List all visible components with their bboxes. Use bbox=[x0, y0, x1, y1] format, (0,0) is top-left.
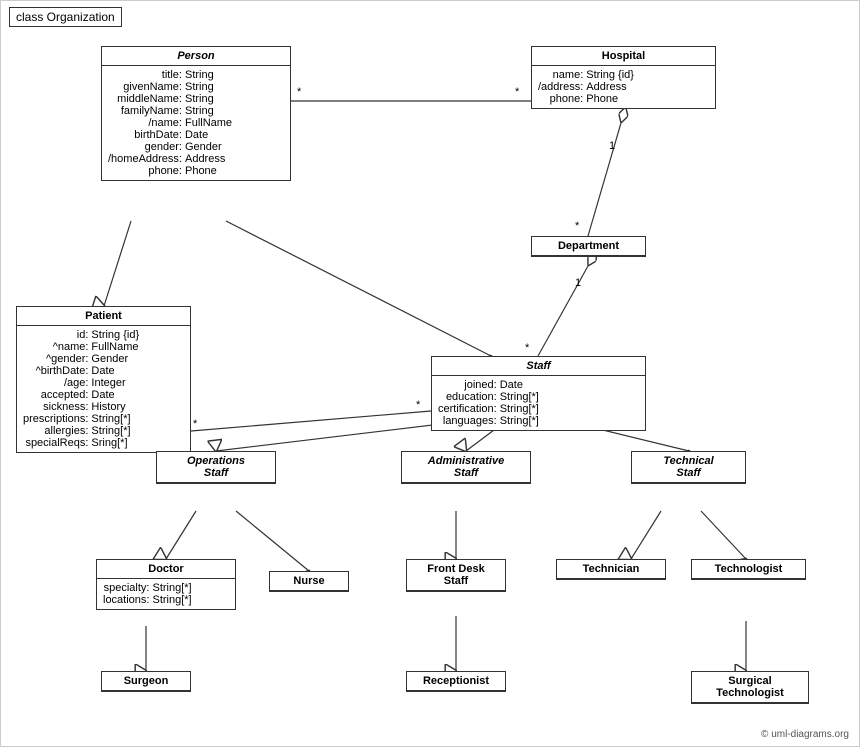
copyright: © uml-diagrams.org bbox=[761, 729, 849, 740]
class-staff-title: Staff bbox=[432, 357, 645, 376]
class-person-title: Person bbox=[102, 47, 290, 66]
class-patient-title: Patient bbox=[17, 307, 190, 326]
class-surgeon: Surgeon bbox=[101, 671, 191, 692]
class-technical-staff-title: TechnicalStaff bbox=[632, 452, 745, 483]
class-operations-staff-title: OperationsStaff bbox=[157, 452, 275, 483]
class-technologist: Technologist bbox=[691, 559, 806, 580]
class-administrative-staff: AdministrativeStaff bbox=[401, 451, 531, 484]
class-receptionist: Receptionist bbox=[406, 671, 506, 692]
class-staff: Staff joined:Date education:String[*] ce… bbox=[431, 356, 646, 431]
class-front-desk-staff-title: Front DeskStaff bbox=[407, 560, 505, 591]
svg-text:1: 1 bbox=[575, 277, 581, 289]
class-technician-title: Technician bbox=[557, 560, 665, 579]
class-hospital-body: name:String {id} /address:Address phone:… bbox=[532, 66, 715, 108]
class-receptionist-title: Receptionist bbox=[407, 672, 505, 691]
svg-text:1: 1 bbox=[609, 140, 615, 152]
class-doctor: Doctor specialty:String[*] locations:Str… bbox=[96, 559, 236, 610]
class-doctor-body: specialty:String[*] locations:String[*] bbox=[97, 579, 235, 609]
diagram-container: class Organization * * 1 * bbox=[0, 0, 860, 747]
class-technologist-title: Technologist bbox=[692, 560, 805, 579]
class-surgical-technologist-title: SurgicalTechnologist bbox=[692, 672, 808, 703]
svg-text:*: * bbox=[193, 418, 198, 430]
class-surgical-technologist: SurgicalTechnologist bbox=[691, 671, 809, 704]
svg-text:*: * bbox=[515, 86, 520, 98]
svg-text:*: * bbox=[575, 220, 580, 232]
class-nurse-title: Nurse bbox=[270, 572, 348, 591]
class-patient: Patient id:String {id} ^name:FullName ^g… bbox=[16, 306, 191, 453]
svg-text:*: * bbox=[525, 342, 530, 354]
svg-text:*: * bbox=[416, 399, 421, 411]
class-nurse: Nurse bbox=[269, 571, 349, 592]
class-hospital: Hospital name:String {id} /address:Addre… bbox=[531, 46, 716, 109]
class-doctor-title: Doctor bbox=[97, 560, 235, 579]
class-department: Department bbox=[531, 236, 646, 257]
class-front-desk-staff: Front DeskStaff bbox=[406, 559, 506, 592]
class-person: Person title:String givenName:String mid… bbox=[101, 46, 291, 181]
class-department-title: Department bbox=[532, 237, 645, 256]
class-hospital-title: Hospital bbox=[532, 47, 715, 66]
class-surgeon-title: Surgeon bbox=[102, 672, 190, 691]
class-patient-body: id:String {id} ^name:FullName ^gender:Ge… bbox=[17, 326, 190, 452]
class-staff-body: joined:Date education:String[*] certific… bbox=[432, 376, 645, 430]
class-operations-staff: OperationsStaff bbox=[156, 451, 276, 484]
class-administrative-staff-title: AdministrativeStaff bbox=[402, 452, 530, 483]
class-technical-staff: TechnicalStaff bbox=[631, 451, 746, 484]
svg-text:*: * bbox=[297, 86, 302, 98]
class-technician: Technician bbox=[556, 559, 666, 580]
diagram-title: class Organization bbox=[9, 7, 122, 27]
class-person-body: title:String givenName:String middleName… bbox=[102, 66, 290, 180]
